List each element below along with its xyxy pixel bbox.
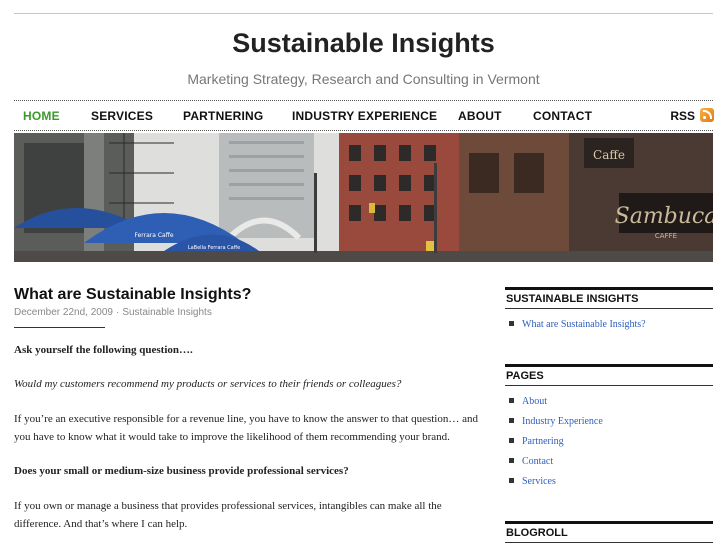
rss-feed-icon[interactable] xyxy=(700,108,714,122)
sidebar-link-label[interactable]: Partnering xyxy=(522,436,564,447)
bullet-icon xyxy=(509,418,514,423)
sidebar-item-contact[interactable]: Contact xyxy=(509,456,553,467)
header-image: Caffe Sambuca CAFFE Ferrara Caffe LaBell… xyxy=(14,133,713,262)
sidebar-item-industry-experience[interactable]: Industry Experience xyxy=(509,416,603,427)
widget-title-recent: SUSTAINABLE INSIGHTS xyxy=(505,287,713,305)
sign-caffe-small: CAFFE xyxy=(655,232,677,240)
bullet-icon xyxy=(509,458,514,463)
bullet-icon xyxy=(509,438,514,443)
post-category-link[interactable]: Sustainable Insights xyxy=(122,307,212,318)
rss-label: RSS xyxy=(670,109,695,123)
meta-separator: · xyxy=(115,307,120,318)
nav-item-contact[interactable]: CONTACT xyxy=(533,109,592,123)
sidebar-link-label[interactable]: What are Sustainable Insights? xyxy=(522,319,646,330)
post-paragraph-line-4: difference. And that’s where I can help. xyxy=(14,518,188,530)
top-rule xyxy=(14,13,713,14)
post-title[interactable]: What are Sustainable Insights? xyxy=(14,286,251,304)
umbrella-text-2: LaBella Ferrara Caffe xyxy=(188,245,240,251)
post-paragraph-question-heading: Ask yourself the following question…. xyxy=(14,341,474,359)
widget-title-pages: PAGES xyxy=(505,364,713,382)
sidebar-link-recent-post[interactable]: What are Sustainable Insights? xyxy=(509,319,646,330)
rss-link[interactable]: RSS xyxy=(670,108,714,123)
street-scene-illustration: Caffe Sambuca CAFFE Ferrara Caffe LaBell… xyxy=(14,133,713,262)
bullet-icon xyxy=(509,321,514,326)
post-divider xyxy=(14,327,105,328)
post-bold-text-2: Does your small or medium-size business … xyxy=(14,465,349,477)
nav-item-home[interactable]: HOME xyxy=(23,109,60,123)
post-paragraph-services-heading: Does your small or medium-size business … xyxy=(14,462,474,480)
sidebar-link-label[interactable]: Contact xyxy=(522,456,553,467)
post-paragraph-question: Would my customers recommend my products… xyxy=(14,375,474,393)
sign-caffe: Caffe xyxy=(593,148,625,162)
nav-item-industry-experience[interactable]: INDUSTRY EXPERIENCE xyxy=(292,109,437,123)
sign-sambuca: Sambuca xyxy=(615,204,713,229)
bullet-icon xyxy=(509,478,514,483)
sidebar-item-services[interactable]: Services xyxy=(509,476,556,487)
widget-rule-blogroll xyxy=(505,542,713,543)
nav-item-services[interactable]: SERVICES xyxy=(91,109,153,123)
nav-item-partnering[interactable]: PARTNERING xyxy=(183,109,263,123)
main-nav: HOME SERVICES PARTNERING INDUSTRY EXPERI… xyxy=(14,100,714,131)
widget-rule-pages xyxy=(505,385,713,386)
umbrella-text-1: Ferrara Caffe xyxy=(134,232,173,239)
bullet-icon xyxy=(509,398,514,403)
widget-title-blogroll: BLOGROLL xyxy=(505,521,713,539)
sidebar-link-label[interactable]: About xyxy=(522,396,547,407)
post-bold-text: Ask yourself the following question…. xyxy=(14,344,193,356)
post-paragraph-line-2: you have to know what it would take to i… xyxy=(14,431,450,443)
site-tagline: Marketing Strategy, Research and Consult… xyxy=(187,71,540,87)
sidebar-link-label[interactable]: Services xyxy=(522,476,556,487)
post-date: December 22nd, 2009 xyxy=(14,307,113,318)
site-title[interactable]: Sustainable Insights xyxy=(0,28,727,59)
sidebar-item-partnering[interactable]: Partnering xyxy=(509,436,564,447)
sidebar-link-label[interactable]: Industry Experience xyxy=(522,416,603,427)
post-paragraph-line-1: If you’re an executive responsible for a… xyxy=(14,413,478,425)
post-meta: December 22nd, 2009 · Sustainable Insights xyxy=(14,307,212,318)
nav-item-about[interactable]: ABOUT xyxy=(458,109,502,123)
post-paragraph-line-3: If you own or manage a business that pro… xyxy=(14,500,442,512)
widget-rule-recent xyxy=(505,308,713,309)
sidebar-item-about[interactable]: About xyxy=(509,396,547,407)
post-italic-text: Would my customers recommend my products… xyxy=(14,378,402,390)
